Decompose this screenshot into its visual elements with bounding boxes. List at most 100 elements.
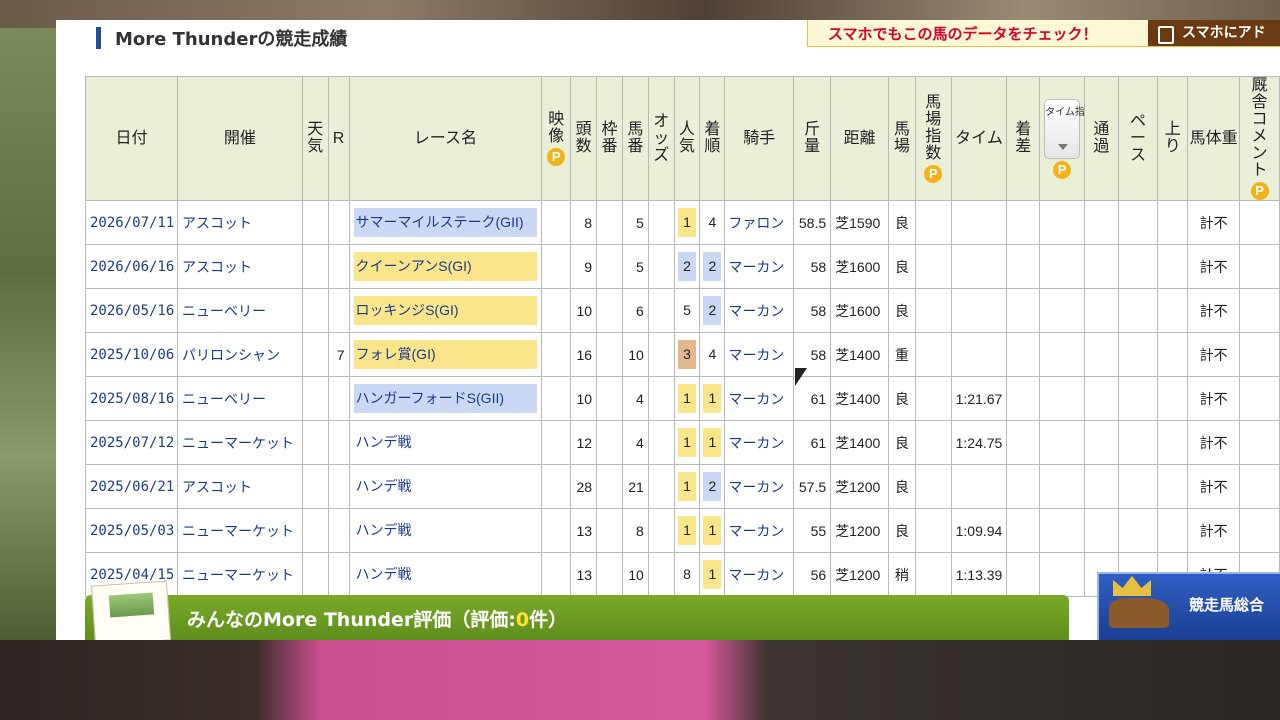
cell-odds	[647, 376, 675, 421]
col-runners: 頭数	[570, 76, 598, 201]
popularity-value: 3	[678, 340, 697, 369]
table-row: 2026/06/16 アスコット クイーンアンS(GI) 9 5 2 2 マーカン 58 芝160…	[85, 244, 1280, 289]
horse-icon	[1109, 598, 1169, 628]
cell-margin	[1006, 420, 1041, 465]
premium-icon[interactable]: P	[1053, 160, 1072, 179]
overall-horse-banner[interactable]: 競走馬総合	[1097, 572, 1280, 640]
col-weather: 天気	[301, 76, 329, 201]
smartphone-promo-banner[interactable]: スマホでもこの馬のデータをチェック！ スマホにアド	[807, 20, 1280, 47]
cell-venue: パリロンシャン	[176, 332, 303, 377]
venue-link[interactable]: ニューマーケット	[182, 567, 294, 583]
date-link[interactable]: 2025/07/12	[90, 435, 174, 451]
jockey-link[interactable]: マーカン	[726, 303, 784, 319]
table-row: 2026/05/16 ニューベリー ロッキンジS(GI) 10 6 5 2 マーカン 58 芝16…	[85, 288, 1280, 333]
race-name-link[interactable]: サマーマイルステーク(GII)	[353, 208, 538, 237]
cell-gate	[596, 464, 623, 509]
race-name-link[interactable]: ハンデ戦	[354, 472, 538, 501]
cell-finish: 1	[699, 376, 726, 421]
jockey-link[interactable]: マーカン	[726, 567, 784, 583]
cell-last3f	[1157, 376, 1189, 421]
jockey-link[interactable]: マーカン	[726, 523, 784, 539]
cell-time-index	[1039, 244, 1086, 289]
date-link[interactable]: 2026/05/16	[90, 303, 174, 319]
col-date[interactable]: 日付	[85, 76, 178, 201]
venue-link[interactable]: アスコット	[182, 259, 252, 275]
cell-gate	[596, 508, 623, 553]
cell-race-no	[327, 376, 350, 421]
date-link[interactable]: 2025/08/16	[90, 391, 174, 407]
venue-link[interactable]: ニューマーケット	[182, 435, 294, 451]
jockey-link[interactable]: ファロン	[726, 215, 784, 231]
cell-horse-no: 10	[621, 552, 649, 597]
cell-venue: ニューマーケット	[176, 552, 303, 597]
cell-weather	[301, 200, 329, 245]
race-name-link[interactable]: ロッキンジS(GI)	[353, 296, 538, 325]
cell-track: 良	[888, 376, 916, 421]
date-link[interactable]: 2025/05/03	[90, 523, 174, 539]
cell-track-index	[914, 552, 952, 597]
cell-time-index	[1039, 464, 1086, 509]
add-to-smartphone-button[interactable]: スマホにアド	[1148, 20, 1280, 46]
race-name-link[interactable]: フォレ賞(GI)	[353, 340, 538, 369]
race-name-link[interactable]: ハンデ戦	[354, 428, 538, 457]
date-link[interactable]: 2026/06/16	[90, 259, 174, 275]
cell-time-index	[1039, 508, 1086, 553]
cell-date: 2025/07/12	[85, 420, 178, 465]
venue-link[interactable]: アスコット	[182, 215, 252, 231]
cell-race-no: 7	[327, 332, 350, 377]
background-bottom	[0, 640, 1280, 720]
cell-video	[541, 464, 572, 509]
premium-icon[interactable]: P	[547, 148, 566, 166]
venue-link[interactable]: パリロンシャン	[182, 347, 280, 363]
col-passing: 通過	[1084, 76, 1119, 201]
venue-link[interactable]: ニューマーケット	[182, 523, 294, 539]
cell-jockey: マーカン	[724, 420, 795, 465]
jockey-link[interactable]: マーカン	[726, 347, 784, 363]
cell-distance: 芝1600	[830, 244, 889, 289]
popularity-value: 8	[683, 566, 691, 582]
jockey-link[interactable]: マーカン	[726, 391, 784, 407]
date-link[interactable]: 2025/06/21	[90, 479, 174, 495]
date-link[interactable]: 2026/07/11	[90, 215, 174, 231]
cell-distance: 芝1200	[830, 508, 889, 553]
cell-video	[541, 376, 572, 421]
cell-horse-no: 4	[621, 376, 649, 421]
jockey-link[interactable]: マーカン	[726, 259, 784, 275]
cell-horse-no: 4	[621, 420, 649, 465]
col-horse-no: 馬番	[621, 76, 649, 201]
finish-value: 2	[703, 296, 722, 325]
race-name-link[interactable]: ハンデ戦	[354, 560, 538, 589]
cell-pace	[1117, 244, 1159, 289]
cell-distance: 芝1590	[830, 200, 889, 245]
cell-date: 2026/06/16	[85, 244, 178, 289]
cell-pace	[1117, 200, 1159, 245]
jockey-link[interactable]: マーカン	[726, 479, 784, 495]
venue-link[interactable]: ニューベリー	[182, 303, 266, 319]
cell-date: 2025/05/03	[85, 508, 178, 553]
venue-link[interactable]: アスコット	[182, 479, 252, 495]
venue-link[interactable]: ニューベリー	[182, 391, 266, 407]
cell-time: 1:09.94	[950, 508, 1008, 553]
cell-last3f	[1157, 420, 1189, 465]
cell-video	[541, 420, 572, 465]
cell-odds	[647, 420, 675, 465]
race-name-link[interactable]: ハンガーフォードS(GII)	[353, 384, 538, 413]
cell-video	[541, 552, 572, 597]
cell-venue: ニューベリー	[176, 376, 303, 421]
race-name-link[interactable]: ハンデ戦	[354, 516, 538, 545]
cell-race: ハンデ戦	[348, 508, 543, 553]
cell-weight: 56	[793, 552, 832, 597]
cell-race-no	[327, 200, 350, 245]
cell-video	[541, 508, 572, 553]
premium-icon[interactable]: P	[1250, 182, 1269, 200]
col-body-weight: 馬体重	[1187, 76, 1241, 201]
cell-distance: 芝1600	[830, 288, 889, 333]
date-link[interactable]: 2025/10/06	[90, 347, 174, 363]
cell-time-index	[1039, 552, 1086, 597]
premium-icon[interactable]: P	[924, 165, 943, 183]
review-title: みんなのMore Thunder評価（評価:0件）	[187, 609, 568, 631]
time-index-dropdown[interactable]: タイム指数	[1044, 98, 1084, 159]
col-venue[interactable]: 開催	[176, 76, 303, 201]
race-name-link[interactable]: クイーンアンS(GI)	[353, 252, 538, 281]
jockey-link[interactable]: マーカン	[726, 435, 784, 451]
